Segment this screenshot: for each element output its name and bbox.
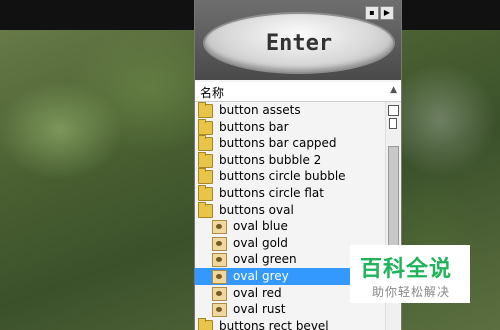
watermark-subtitle: 助你轻松解决 bbox=[372, 285, 451, 299]
folder-list-item[interactable]: buttons circle flat bbox=[195, 184, 385, 202]
list-item-label: oval grey bbox=[233, 268, 289, 283]
watermark: 百科全说 助你轻松解决 bbox=[350, 245, 470, 303]
list-item-label: buttons bar bbox=[219, 119, 289, 134]
folder-list-item[interactable]: buttons circle bubble bbox=[195, 168, 385, 185]
list-item-label: buttons bar capped bbox=[219, 136, 337, 151]
list-item-label: button assets bbox=[219, 103, 301, 117]
list-item-label: buttons circle bubble bbox=[219, 169, 346, 184]
folder-list-item[interactable]: buttons rect bevel bbox=[195, 317, 385, 330]
sort-arrow-icon[interactable]: ▲ bbox=[390, 85, 397, 95]
list-item-label: buttons rect bevel bbox=[219, 318, 329, 330]
button-symbol-icon bbox=[212, 269, 227, 284]
button-symbol-icon bbox=[212, 236, 227, 251]
folder-icon bbox=[198, 151, 213, 168]
watermark-title: 百科全说 bbox=[360, 257, 453, 282]
list-column-header[interactable]: 名称 ▲ bbox=[195, 82, 401, 102]
style-list-item[interactable]: oval rust bbox=[195, 301, 385, 318]
button-symbol-icon bbox=[212, 220, 227, 235]
folder-icon bbox=[198, 102, 213, 118]
style-list-item[interactable]: oval blue bbox=[195, 218, 385, 235]
folder-list-item[interactable]: buttons bubble 2 bbox=[195, 151, 385, 169]
list-item-label: oval red bbox=[233, 285, 282, 300]
scrollbar-thumb[interactable] bbox=[388, 146, 399, 248]
new-folder-icon[interactable] bbox=[388, 105, 399, 116]
folder-list-item[interactable]: buttons bar capped bbox=[195, 135, 385, 152]
play-arrow-icon[interactable]: ▶ bbox=[380, 6, 394, 20]
list-item-label: buttons oval bbox=[219, 202, 294, 217]
folder-list-item[interactable]: buttons oval bbox=[195, 201, 385, 219]
folder-icon bbox=[198, 201, 213, 218]
panel-menu-icon[interactable]: ▪ bbox=[365, 6, 379, 20]
preview-area: ▪ ▶ Enter bbox=[195, 0, 401, 80]
folder-icon bbox=[198, 118, 213, 135]
folder-list-item[interactable]: buttons bar bbox=[195, 118, 385, 136]
list-item-label: oval blue bbox=[233, 219, 288, 234]
preview-button: Enter bbox=[203, 12, 395, 74]
list-item-label: buttons bubble 2 bbox=[219, 152, 322, 167]
folder-icon bbox=[198, 135, 213, 152]
folder-list-item[interactable]: button assets bbox=[195, 102, 385, 119]
button-symbol-icon bbox=[212, 286, 227, 301]
list-item-label: oval gold bbox=[233, 235, 288, 250]
properties-icon[interactable] bbox=[389, 118, 397, 129]
folder-icon bbox=[198, 317, 213, 330]
list-item-label: oval rust bbox=[233, 302, 286, 317]
folder-icon bbox=[198, 184, 213, 201]
button-symbol-icon bbox=[212, 303, 227, 318]
list-item-label: oval green bbox=[233, 252, 297, 267]
button-symbol-icon bbox=[212, 253, 227, 268]
folder-icon bbox=[198, 168, 213, 185]
name-column-label: 名称 bbox=[200, 86, 225, 100]
list-item-label: buttons circle flat bbox=[219, 185, 324, 200]
